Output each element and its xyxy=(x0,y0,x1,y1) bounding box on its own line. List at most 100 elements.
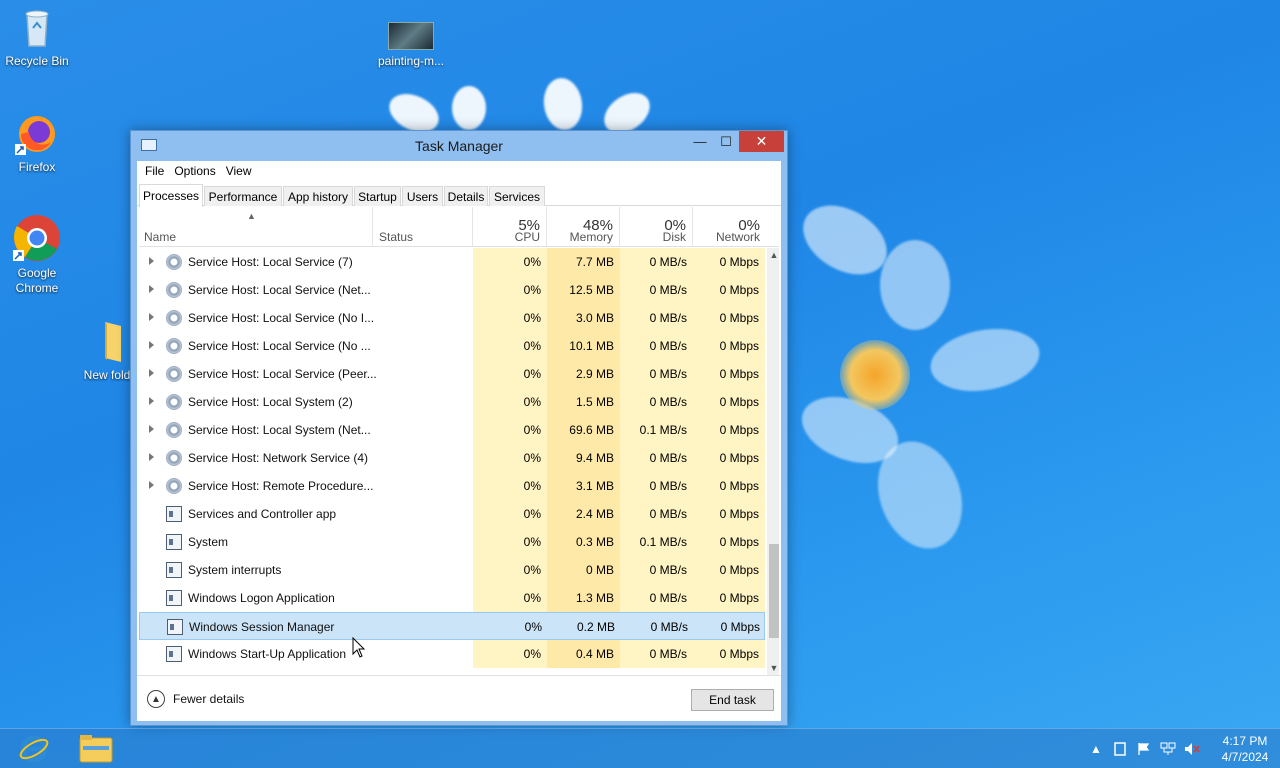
cell-cpu: 0% xyxy=(473,416,547,444)
cell-network: 0 Mbps xyxy=(693,416,765,444)
expand-arrow-icon[interactable] xyxy=(149,425,154,433)
process-rows: Service Host: Local Service (7) 0% 7.7 MB 0… xyxy=(139,248,765,675)
column-header-status[interactable]: Status xyxy=(373,207,473,247)
network-icon[interactable] xyxy=(1156,739,1180,759)
tab-processes[interactable]: Processes xyxy=(139,184,203,207)
end-task-button[interactable]: End task xyxy=(691,689,774,711)
cell-cpu: 0% xyxy=(473,500,547,528)
desktop-icon-chrome[interactable]: Google Chrome xyxy=(0,214,74,296)
table-row[interactable]: Service Host: Network Service (4) 0% 9.4 M… xyxy=(139,444,765,472)
menu-file[interactable]: File xyxy=(140,164,169,178)
cell-network: 0 Mbps xyxy=(693,528,765,556)
expand-arrow-icon[interactable] xyxy=(149,397,154,405)
expand-arrow-icon[interactable] xyxy=(149,257,154,265)
action-center-icon[interactable] xyxy=(1108,739,1132,759)
cell-disk: 0 MB/s xyxy=(620,444,693,472)
desktop-icon-painting[interactable]: painting-m... xyxy=(374,22,448,69)
close-button[interactable]: ✕ xyxy=(739,131,784,152)
desktop-icon-label: Firefox xyxy=(18,160,56,174)
column-label-disk: Disk xyxy=(662,230,686,244)
menu-view[interactable]: View xyxy=(221,164,257,178)
title-bar[interactable]: Task Manager — ☐ ✕ xyxy=(131,131,787,161)
expand-arrow-icon[interactable] xyxy=(149,369,154,377)
tab-app-history[interactable]: App history xyxy=(283,186,353,206)
table-row[interactable]: Service Host: Local Service (No ... 0% 10.… xyxy=(139,332,765,360)
image-thumbnail-icon xyxy=(388,22,434,50)
cell-memory: 3.0 MB xyxy=(547,304,620,332)
table-row[interactable]: Windows Session Manager 0% 0.2 MB 0 MB/s 0 M… xyxy=(139,612,765,640)
cell-memory: 0.4 MB xyxy=(547,640,620,668)
desktop-icon-label: Recycle Bin xyxy=(5,54,69,68)
table-row[interactable]: Service Host: Local Service (7) 0% 7.7 MB 0… xyxy=(139,248,765,276)
expand-arrow-icon[interactable] xyxy=(149,453,154,461)
column-header-network[interactable]: 0% Network xyxy=(693,207,766,247)
cell-network: 0 Mbps xyxy=(693,444,765,472)
table-row[interactable]: Service Host: Remote Procedure... 0% 3.1 M… xyxy=(139,472,765,500)
process-name: Windows Session Manager xyxy=(189,620,335,634)
cell-status xyxy=(373,304,473,332)
cell-cpu: 0% xyxy=(473,332,547,360)
clock-time: 4:17 PM xyxy=(1222,734,1268,748)
scroll-down-icon[interactable]: ▼ xyxy=(767,661,779,675)
menu-options[interactable]: Options xyxy=(169,164,220,178)
taskbar-file-explorer[interactable] xyxy=(70,731,122,767)
cell-status xyxy=(373,500,473,528)
maximize-button[interactable]: ☐ xyxy=(713,131,739,152)
mouse-cursor-icon xyxy=(352,637,366,658)
column-header-memory[interactable]: 48% Memory xyxy=(547,207,620,247)
column-header-disk[interactable]: 0% Disk xyxy=(620,207,693,247)
process-name: Windows Logon Application xyxy=(188,591,335,605)
expand-arrow-icon[interactable] xyxy=(149,313,154,321)
cell-status xyxy=(373,640,473,668)
table-row[interactable]: Windows Logon Application 0% 1.3 MB 0 MB/s 0… xyxy=(139,584,765,612)
table-row[interactable]: Windows Start-Up Application 0% 0.4 MB 0 MB… xyxy=(139,640,765,668)
tab-users[interactable]: Users xyxy=(402,186,443,206)
table-row[interactable]: Service Host: Local Service (No I... 0% 3.… xyxy=(139,304,765,332)
expand-arrow-icon[interactable] xyxy=(149,285,154,293)
process-name: Service Host: Network Service (4) xyxy=(188,451,369,465)
cell-network: 0 Mbps xyxy=(693,276,765,304)
speaker-muted-icon[interactable] xyxy=(1180,739,1204,759)
flag-icon[interactable] xyxy=(1132,739,1156,759)
show-hidden-icons-icon[interactable]: ▲ xyxy=(1084,739,1108,759)
expand-arrow-icon[interactable] xyxy=(149,341,154,349)
system-process-icon xyxy=(166,646,182,662)
tab-strip: Processes Performance App history Startu… xyxy=(137,184,781,207)
table-row[interactable]: Service Host: Local Service (Peer... 0% 2.… xyxy=(139,360,765,388)
scroll-up-icon[interactable]: ▲ xyxy=(767,248,779,262)
table-row[interactable]: Services and Controller app 0% 2.4 MB 0 MB/… xyxy=(139,500,765,528)
process-name: Service Host: Local Service (7) xyxy=(188,255,353,269)
taskbar-clock[interactable]: 4:17 PM 4/7/2024 xyxy=(1210,733,1280,765)
taskbar-internet-explorer[interactable] xyxy=(8,731,60,767)
tab-services[interactable]: Services xyxy=(489,186,545,206)
tab-startup[interactable]: Startup xyxy=(354,186,401,206)
window-client-area: File Options View Processes Performance … xyxy=(137,161,781,721)
column-label-status: Status xyxy=(379,230,414,244)
cell-memory: 1.5 MB xyxy=(547,388,620,416)
service-gear-icon xyxy=(166,394,182,410)
file-explorer-icon xyxy=(79,735,113,763)
tab-performance[interactable]: Performance xyxy=(204,186,282,206)
desktop-icon-recycle-bin[interactable]: Recycle Bin xyxy=(0,6,74,69)
column-header-name[interactable]: ▲ Name xyxy=(139,207,373,247)
cell-network: 0 Mbps xyxy=(720,620,760,634)
cell-disk: 0 MB/s xyxy=(620,472,693,500)
table-row[interactable]: Service Host: Local System (2) 0% 1.5 MB 0 … xyxy=(139,388,765,416)
service-gear-icon xyxy=(166,366,182,382)
expand-arrow-icon[interactable] xyxy=(149,481,154,489)
scrollbar-thumb[interactable] xyxy=(769,544,779,638)
desktop-icon-firefox[interactable]: Firefox xyxy=(0,112,74,175)
cell-disk: 0 MB/s xyxy=(620,248,693,276)
fewer-details-button[interactable]: ▲ Fewer details xyxy=(147,690,244,708)
cell-memory: 0.3 MB xyxy=(547,528,620,556)
table-row[interactable]: System 0% 0.3 MB 0.1 MB/s 0 Mbps xyxy=(139,528,765,556)
table-row[interactable]: Service Host: Local System (Net... 0% 69.6… xyxy=(139,416,765,444)
column-header-cpu[interactable]: 5% CPU xyxy=(473,207,547,247)
table-row[interactable]: System interrupts 0% 0 MB 0 MB/s 0 Mbps xyxy=(139,556,765,584)
cell-memory: 3.1 MB xyxy=(547,472,620,500)
cell-disk: 0 MB/s xyxy=(620,360,693,388)
vertical-scrollbar[interactable]: ▲ ▼ xyxy=(767,248,779,675)
table-row[interactable]: Service Host: Local Service (Net... 0% 12.… xyxy=(139,276,765,304)
tab-details[interactable]: Details xyxy=(444,186,488,206)
minimize-button[interactable]: — xyxy=(687,131,713,152)
